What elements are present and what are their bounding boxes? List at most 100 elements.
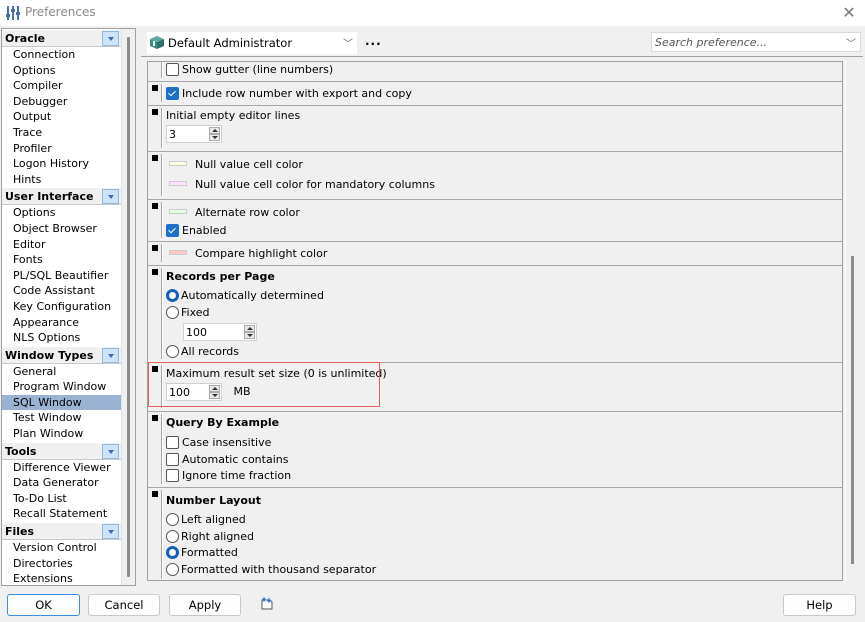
null-value-color-option[interactable]: Null value cell color xyxy=(166,157,303,173)
sidebar-item-sql-window[interactable]: SQL Window xyxy=(2,394,121,411)
settings-scrollbar-thumb[interactable] xyxy=(851,256,854,564)
qbe-ignore-time-checkbox[interactable] xyxy=(166,469,179,482)
sidebar-item-data-generator[interactable]: Data Generator xyxy=(2,475,121,491)
sidebar-scrollbar[interactable] xyxy=(121,29,135,585)
sidebar-category-tools[interactable]: Tools xyxy=(2,441,121,460)
sidebar-item-pl-sql-beautifier[interactable]: PL/SQL Beautifier xyxy=(2,268,121,284)
sidebar-category-window-types[interactable]: Window Types xyxy=(2,345,121,364)
collapse-icon[interactable] xyxy=(102,347,119,363)
radio-auto[interactable] xyxy=(166,289,179,302)
sidebar-item-object-browser[interactable]: Object Browser xyxy=(2,221,121,237)
fixed-records-spinner[interactable] xyxy=(183,323,257,341)
sidebar-item-debugger[interactable]: Debugger xyxy=(2,94,121,110)
compare-highlight-option[interactable]: Compare highlight color xyxy=(166,246,327,262)
collapse-icon[interactable] xyxy=(102,524,119,540)
spin-up-button[interactable] xyxy=(244,325,255,332)
max-result-set-input[interactable] xyxy=(167,384,207,400)
radio-fixed[interactable] xyxy=(166,306,179,319)
collapse-icon[interactable] xyxy=(102,189,119,205)
sidebar-item-recall-statement[interactable]: Recall Statement xyxy=(2,506,121,522)
sidebar-item-plan-window[interactable]: Plan Window xyxy=(2,426,121,442)
initial-empty-lines-input[interactable] xyxy=(167,126,207,142)
sidebar-item-program-window[interactable]: Program Window xyxy=(2,379,121,395)
qbe-automatic-contains-checkbox[interactable] xyxy=(166,453,179,466)
sidebar-scrollbar-thumb[interactable] xyxy=(127,37,130,577)
sidebar-item-options[interactable]: Options xyxy=(2,63,121,79)
apply-button[interactable]: Apply xyxy=(169,594,241,616)
qbe-ignore-time-option[interactable]: Ignore time fraction xyxy=(166,468,291,484)
sidebar-item-extensions[interactable]: Extensions xyxy=(2,571,121,585)
fixed-records-input[interactable] xyxy=(184,324,242,340)
sidebar-item-to-do-list[interactable]: To-Do List xyxy=(2,491,121,507)
sidebar-item-key-configuration[interactable]: Key Configuration xyxy=(2,299,121,315)
ok-button[interactable]: OK xyxy=(7,594,80,616)
sidebar-category-files[interactable]: Files xyxy=(2,522,121,541)
alternate-enabled-option[interactable]: Enabled xyxy=(166,223,226,239)
number-layout-thousand[interactable]: Formatted with thousand separator xyxy=(166,562,376,578)
records-option-auto[interactable]: Automatically determined xyxy=(166,288,324,304)
spin-down-button[interactable] xyxy=(209,134,220,141)
qbe-case-insensitive-checkbox[interactable] xyxy=(166,436,179,449)
radio-all[interactable] xyxy=(166,345,179,358)
collapse-icon[interactable] xyxy=(102,443,119,459)
sidebar-item-logon-history[interactable]: Logon History xyxy=(2,156,121,172)
close-icon[interactable]: ✕ xyxy=(839,3,859,23)
alternate-row-color-swatch[interactable] xyxy=(169,209,187,214)
sidebar-category-user-interface[interactable]: User Interface xyxy=(2,187,121,206)
import-export-icon[interactable] xyxy=(260,597,274,611)
cancel-button[interactable]: Cancel xyxy=(88,594,160,616)
sidebar-item-fonts[interactable]: Fonts xyxy=(2,252,121,268)
qbe-automatic-contains-option[interactable]: Automatic contains xyxy=(166,452,288,468)
number-layout-formatted[interactable]: Formatted xyxy=(166,545,238,561)
spin-up-button[interactable] xyxy=(209,127,220,134)
include-row-number-option[interactable]: Include row number with export and copy xyxy=(166,86,412,102)
compare-highlight-color-swatch[interactable] xyxy=(169,250,187,255)
qbe-case-insensitive-option[interactable]: Case insensitive xyxy=(166,435,271,451)
spin-up-button[interactable] xyxy=(209,385,220,392)
spin-down-button[interactable] xyxy=(244,332,255,339)
sidebar-item-version-control[interactable]: Version Control xyxy=(2,540,121,556)
radio-right-aligned[interactable] xyxy=(166,530,179,543)
sidebar-item-appearance[interactable]: Appearance xyxy=(2,315,121,331)
radio-thousand-separator[interactable] xyxy=(166,563,179,576)
sidebar-item-output[interactable]: Output xyxy=(2,109,121,125)
radio-left-aligned[interactable] xyxy=(166,513,179,526)
more-button[interactable]: ... xyxy=(365,34,382,48)
profile-select[interactable]: Default Administrator ﹀ xyxy=(147,32,357,54)
sidebar-item-editor[interactable]: Editor xyxy=(2,237,121,253)
null-value-color-swatch[interactable] xyxy=(169,161,187,166)
radio-formatted[interactable] xyxy=(166,546,179,559)
collapse-icon[interactable] xyxy=(102,31,119,46)
alternate-enabled-checkbox[interactable] xyxy=(166,224,179,237)
show-gutter-checkbox[interactable] xyxy=(166,63,179,76)
settings-scrollbar[interactable] xyxy=(845,61,859,581)
sidebar-item-test-window[interactable]: Test Window xyxy=(2,410,121,426)
sidebar-item-profiler[interactable]: Profiler xyxy=(2,141,121,157)
sidebar-item-trace[interactable]: Trace xyxy=(2,125,121,141)
sidebar-item-directories[interactable]: Directories xyxy=(2,556,121,572)
alternate-row-color-option[interactable]: Alternate row color xyxy=(166,205,300,221)
sidebar-category-oracle[interactable]: Oracle xyxy=(2,29,121,47)
sidebar-item-general[interactable]: General xyxy=(2,364,121,380)
initial-empty-lines-spinner[interactable] xyxy=(166,125,222,143)
spin-down-button[interactable] xyxy=(209,392,220,399)
null-value-mandatory-color-option[interactable]: Null value cell color for mandatory colu… xyxy=(166,177,435,193)
chevron-down-icon[interactable]: ﹀ xyxy=(846,35,856,50)
number-layout-right[interactable]: Right aligned xyxy=(166,529,254,545)
sidebar-item-compiler[interactable]: Compiler xyxy=(2,78,121,94)
help-button[interactable]: Help xyxy=(783,594,856,616)
sidebar-item-difference-viewer[interactable]: Difference Viewer xyxy=(2,460,121,476)
sidebar-item-hints[interactable]: Hints xyxy=(2,172,121,188)
null-value-mandatory-color-swatch[interactable] xyxy=(169,181,187,186)
include-row-number-checkbox[interactable] xyxy=(166,87,179,100)
search-box[interactable]: ﹀ xyxy=(651,32,861,52)
sidebar-item-nls-options[interactable]: NLS Options xyxy=(2,330,121,346)
sidebar-item-options[interactable]: Options xyxy=(2,205,121,221)
show-gutter-option[interactable]: Show gutter (line numbers) xyxy=(166,62,333,78)
search-input[interactable] xyxy=(652,33,832,51)
records-option-fixed[interactable]: Fixed xyxy=(166,305,210,321)
number-layout-left[interactable]: Left aligned xyxy=(166,512,246,528)
sidebar-item-code-assistant[interactable]: Code Assistant xyxy=(2,283,121,299)
records-option-all[interactable]: All records xyxy=(166,344,239,360)
sidebar-item-connection[interactable]: Connection xyxy=(2,47,121,63)
